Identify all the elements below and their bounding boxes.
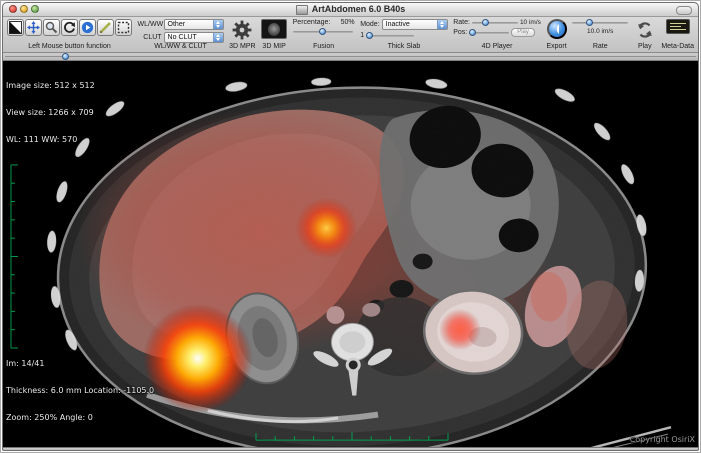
rotate-tool-button[interactable]: [61, 19, 78, 36]
toolbar: Left Mouse button function WL/WW Other C…: [3, 17, 698, 53]
toolbar-toggle-lozenge[interactable]: [676, 6, 692, 15]
thickslab-label: Thick Slab: [388, 43, 421, 51]
rate-label: Rate: [593, 43, 608, 51]
metadata-label: Meta-Data: [661, 43, 694, 51]
fusion-label: Fusion: [313, 43, 334, 51]
fusion-percentage-value: 50%: [341, 19, 355, 26]
contrast-icon: [9, 21, 22, 34]
thickslab-slider-knob[interactable]: [366, 32, 373, 39]
player4d-group: Rate: 10 im/s Pos: Play 4D Player: [453, 17, 541, 52]
magnifier-icon: [45, 21, 58, 34]
window-title: ArtAbdomen 6.0 B40s: [312, 3, 406, 16]
dashed-rect-icon: [117, 21, 130, 34]
play-button[interactable]: [634, 19, 656, 41]
rate-value: 10.0 im/s: [587, 28, 613, 35]
popup-stepper-icon: [213, 20, 223, 29]
mip-group: 3D MIP: [261, 17, 287, 52]
popup-stepper-icon: [437, 20, 447, 29]
mouse-group-label: Left Mouse button function: [28, 43, 111, 51]
play-group: Play: [634, 17, 656, 52]
scroll-groove: [5, 56, 696, 57]
pencil-measure-icon: [99, 21, 112, 34]
titlebar[interactable]: ArtAbdomen 6.0 B40s: [3, 3, 698, 17]
wlww-contrast-tool-button[interactable]: [7, 19, 24, 36]
move-arrows-icon: [27, 21, 40, 34]
player4d-pos-knob[interactable]: [469, 29, 476, 36]
screenshot-frame: ArtAbdomen 6.0 B40s: [0, 0, 701, 453]
rate-slider[interactable]: [572, 19, 628, 26]
mip-thumbnail-icon: [268, 23, 280, 36]
pan-tool-button[interactable]: [25, 19, 42, 36]
player4d-pos-label: Pos:: [453, 29, 467, 36]
scroll-slider-knob[interactable]: [62, 53, 69, 60]
clut-popup[interactable]: No CLUT: [164, 32, 224, 43]
clut-label: CLUT: [138, 34, 162, 41]
mip-button[interactable]: [261, 19, 287, 39]
rate-slider-knob[interactable]: [586, 19, 593, 26]
image-viewport[interactable]: Image size: 512 x 512 View size: 1266 x …: [3, 61, 698, 447]
player4d-rate-value: 10 im/s: [520, 19, 541, 26]
player4d-play-button[interactable]: Play: [511, 28, 535, 37]
thick-slab-group: Mode: Inactive 1 Thick Slab: [360, 17, 447, 52]
document-proxy-icon: [296, 5, 308, 15]
wlww-clut-group: WL/WW Other CLUT No CLUT WL/WW & CLUT: [138, 17, 224, 52]
player4d-rate-label: Rate:: [453, 19, 470, 26]
zoom-tool-button[interactable]: [43, 19, 60, 36]
export-group: Export: [546, 17, 566, 52]
overlay-top-left: Image size: 512 x 512 View size: 1266 x …: [6, 63, 95, 162]
overlay-image-index: Im: 14/41: [6, 359, 154, 368]
metadata-group: Meta-Data: [661, 17, 694, 52]
play-label: Play: [638, 43, 652, 51]
mpr-group: 3D MPR: [229, 17, 255, 52]
browse-tool-button[interactable]: [79, 19, 96, 36]
circular-arrows-icon: [635, 20, 655, 40]
overlay-view-size: View size: 1266 x 709: [6, 108, 95, 117]
player4d-label: 4D Player: [482, 43, 513, 51]
play-circle-icon: [81, 21, 94, 34]
mpr-label: 3D MPR: [229, 43, 255, 51]
mpr-button[interactable]: [231, 19, 253, 41]
thickslab-slider[interactable]: [366, 32, 414, 39]
thickslab-slices-value: 1: [360, 32, 364, 39]
metadata-lines-icon: [670, 23, 686, 24]
export-label: Export: [546, 43, 566, 51]
quicktime-export-icon: [555, 21, 559, 37]
title-area: ArtAbdomen 6.0 B40s: [3, 3, 698, 16]
rate-group: 10.0 im/s Rate: [572, 17, 628, 52]
mouse-function-group: Left Mouse button function: [7, 17, 132, 52]
thickslab-mode-popup[interactable]: Inactive: [382, 19, 448, 30]
rotate-icon: [63, 21, 76, 34]
gear-icon: [232, 20, 252, 40]
thickslab-mode-label: Mode:: [360, 21, 379, 28]
overlay-image-size: Image size: 512 x 512: [6, 81, 95, 90]
overlay-wl-ww: WL: 111 WW: 570: [6, 135, 95, 144]
fusion-group: Percentage: 50% Fusion: [293, 17, 355, 52]
window-bottom-bar: [3, 447, 698, 451]
osirix-viewer-window: ArtAbdomen 6.0 B40s: [2, 2, 699, 451]
export-button[interactable]: [547, 19, 567, 39]
player4d-pos-slider[interactable]: [469, 29, 509, 36]
image-scroll-slider[interactable]: [3, 53, 698, 61]
clut-popup-value: No CLUT: [168, 34, 197, 41]
mip-label: 3D MIP: [262, 43, 285, 51]
metadata-button[interactable]: [666, 19, 690, 34]
player4d-rate-knob[interactable]: [482, 19, 489, 26]
wlww-popup[interactable]: Other: [164, 19, 224, 30]
fusion-slider[interactable]: [293, 28, 353, 35]
wlww-label: WL/WW: [138, 21, 162, 28]
copyright-text: Copyright OsiriX: [630, 435, 695, 444]
thickslab-mode-value: Inactive: [386, 21, 410, 28]
player4d-rate-slider[interactable]: [472, 19, 518, 26]
overlay-thickness-location: Thickness: 6.0 mm Location: -1105.0: [6, 386, 154, 395]
roi-selection-tool-button[interactable]: [115, 19, 132, 36]
measure-tool-button[interactable]: [97, 19, 114, 36]
popup-stepper-icon: [213, 33, 223, 42]
wlww-popup-value: Other: [168, 21, 186, 28]
wlww-group-label: WL/WW & CLUT: [154, 43, 207, 51]
fusion-percentage-label: Percentage:: [293, 19, 331, 26]
overlay-bottom-left: Im: 14/41 Thickness: 6.0 mm Location: -1…: [6, 341, 154, 440]
overlay-zoom-angle: Zoom: 250% Angle: 0: [6, 413, 154, 422]
fusion-slider-knob[interactable]: [319, 28, 326, 35]
